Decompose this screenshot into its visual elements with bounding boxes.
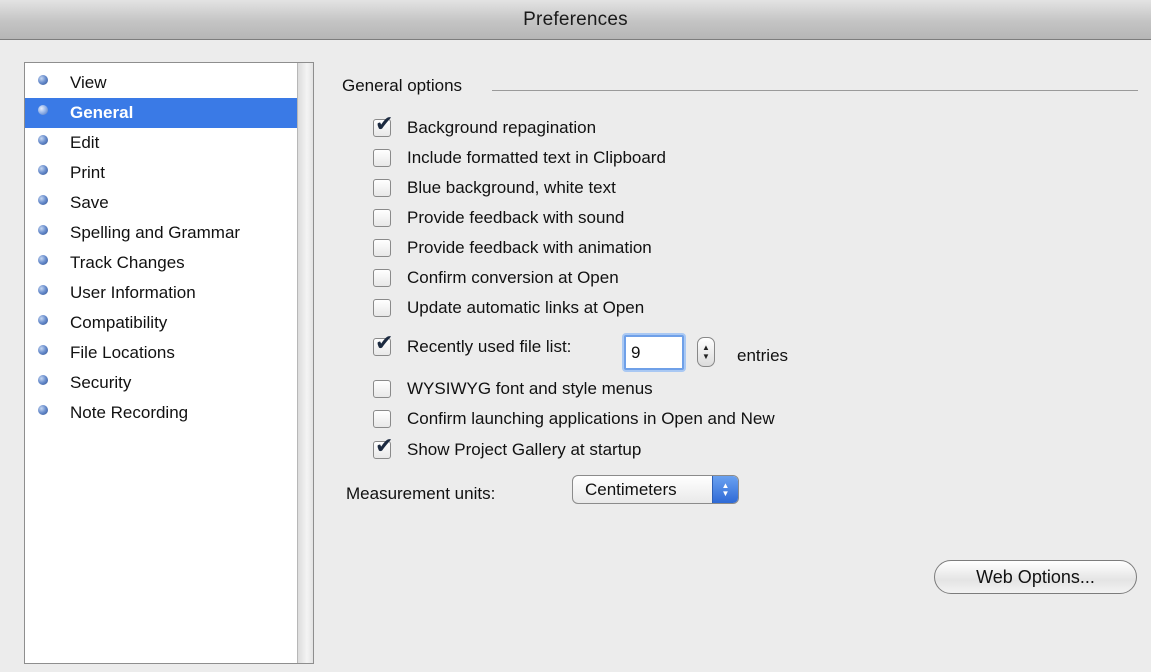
option-label: WYSIWYG font and style menus [407, 379, 653, 398]
option-label: Confirm conversion at Open [407, 268, 619, 287]
option-label: Update automatic links at Open [407, 298, 645, 317]
blue-bullet-icon [38, 375, 48, 385]
checkbox[interactable] [373, 269, 391, 287]
option-label: Background repagination [407, 118, 597, 137]
checkbox[interactable] [373, 209, 391, 227]
sidebar-scrollbar[interactable] [297, 63, 313, 663]
general-options-header: General options [342, 76, 1138, 98]
sidebar-item-file-locations[interactable]: File Locations [25, 338, 297, 368]
sidebar-item-label: Edit [70, 133, 100, 152]
option-label: Provide feedback with animation [407, 238, 652, 257]
blue-bullet-icon [38, 165, 48, 175]
recent-files-stepper[interactable]: ▲ ▼ [697, 337, 715, 367]
sidebar-item-user-information[interactable]: User Information [25, 278, 297, 308]
blue-bullet-icon [38, 345, 48, 355]
blue-bullet-icon [38, 405, 48, 415]
checkbox[interactable] [373, 179, 391, 197]
checkmark-icon: ✔ [375, 111, 394, 136]
option-background-repagination[interactable]: ✔ Background repagination [373, 113, 597, 140]
entries-label: entries [737, 346, 789, 365]
option-include-formatted-text-in-clipboard[interactable]: Include formatted text in Clipboard [373, 146, 666, 170]
option-provide-feedback-with-sound[interactable]: Provide feedback with sound [373, 206, 624, 230]
checkbox[interactable] [373, 149, 391, 167]
blue-bullet-icon [38, 225, 48, 235]
sidebar-item-label: Save [70, 193, 109, 212]
option-show-project-gallery-at-startup[interactable]: ✔ Show Project Gallery at startup [373, 435, 642, 462]
sidebar-item-label: Spelling and Grammar [70, 223, 241, 242]
checkbox[interactable]: ✔ [373, 113, 393, 137]
group-divider [492, 90, 1138, 91]
option-label: Confirm launching applications in Open a… [407, 409, 775, 428]
stepper-up-icon[interactable]: ▲ [702, 343, 710, 352]
checkbox[interactable] [373, 299, 391, 317]
option-confirm-launching-applications-in-open-and-new[interactable]: Confirm launching applications in Open a… [373, 407, 775, 431]
blue-bullet-icon [38, 285, 48, 295]
checkbox[interactable]: ✔ [373, 435, 393, 459]
sidebar-item-label: General [70, 103, 134, 122]
sidebar-item-note-recording[interactable]: Note Recording [25, 398, 297, 428]
blue-bullet-icon [38, 255, 48, 265]
sidebar-item-label: Compatibility [70, 313, 168, 332]
blue-bullet-icon [38, 105, 48, 115]
recent-files-count-input[interactable]: 9 [624, 335, 684, 370]
measurement-units-label: Measurement units: [346, 484, 496, 503]
sidebar-item-edit[interactable]: Edit [25, 128, 297, 158]
sidebar-item-label: Security [70, 373, 132, 392]
sidebar-item-label: View [70, 73, 107, 92]
checkbox[interactable]: ✔ [373, 332, 393, 356]
sidebar-item-label: Print [70, 163, 105, 182]
sidebar-item-label: User Information [70, 283, 196, 302]
option-label: Include formatted text in Clipboard [407, 148, 666, 167]
option-blue-background-white-text[interactable]: Blue background, white text [373, 176, 616, 200]
sidebar-item-view[interactable]: View [25, 68, 297, 98]
title-bar[interactable]: Preferences [0, 0, 1151, 40]
sidebar-item-save[interactable]: Save [25, 188, 297, 218]
select-arrows-icon: ▲ ▼ [712, 476, 738, 503]
checkmark-icon: ✔ [375, 433, 394, 458]
option-label: Show Project Gallery at startup [407, 440, 642, 459]
option-wysiwyg-font-and-style-menus[interactable]: WYSIWYG font and style menus [373, 377, 653, 401]
sidebar-item-security[interactable]: Security [25, 368, 297, 398]
recent-files-count-value: 9 [631, 342, 641, 362]
measurement-units-value: Centimeters [585, 479, 677, 499]
blue-bullet-icon [38, 135, 48, 145]
checkbox[interactable] [373, 380, 391, 398]
option-provide-feedback-with-animation[interactable]: Provide feedback with animation [373, 236, 652, 260]
group-title: General options [342, 76, 475, 96]
sidebar: View General Edit Print Save Spelling and Gra… [24, 62, 314, 664]
sidebar-item-print[interactable]: Print [25, 158, 297, 188]
option-label: Provide feedback with sound [407, 208, 625, 227]
sidebar-item-general[interactable]: General [25, 98, 297, 128]
preferences-window: Preferences View General Edit Print Save Spel… [0, 0, 1151, 672]
window-title: Preferences [523, 8, 628, 30]
checkmark-icon: ✔ [375, 330, 394, 355]
sidebar-item-compatibility[interactable]: Compatibility [25, 308, 297, 338]
blue-bullet-icon [38, 75, 48, 85]
checkbox[interactable] [373, 239, 391, 257]
option-label: Recently used file list: [407, 337, 572, 356]
web-options-button[interactable]: Web Options... [934, 560, 1137, 594]
option-recently-used-file-list[interactable]: ✔ Recently used file list: [373, 332, 572, 359]
measurement-units-select[interactable]: Centimeters ▲ ▼ [572, 475, 739, 504]
sidebar-item-spelling-and-grammar[interactable]: Spelling and Grammar [25, 218, 297, 248]
sidebar-item-label: File Locations [70, 343, 175, 362]
option-confirm-conversion-at-open[interactable]: Confirm conversion at Open [373, 266, 619, 290]
sidebar-item-label: Track Changes [70, 253, 185, 272]
blue-bullet-icon [38, 315, 48, 325]
sidebar-item-label: Note Recording [70, 403, 189, 422]
checkbox[interactable] [373, 410, 391, 428]
option-label: Blue background, white text [407, 178, 616, 197]
option-update-automatic-links-at-open[interactable]: Update automatic links at Open [373, 296, 644, 320]
stepper-down-icon[interactable]: ▼ [702, 352, 710, 361]
sidebar-item-track-changes[interactable]: Track Changes [25, 248, 297, 278]
sidebar-list: View General Edit Print Save Spelling and Gra… [25, 68, 297, 428]
blue-bullet-icon [38, 195, 48, 205]
